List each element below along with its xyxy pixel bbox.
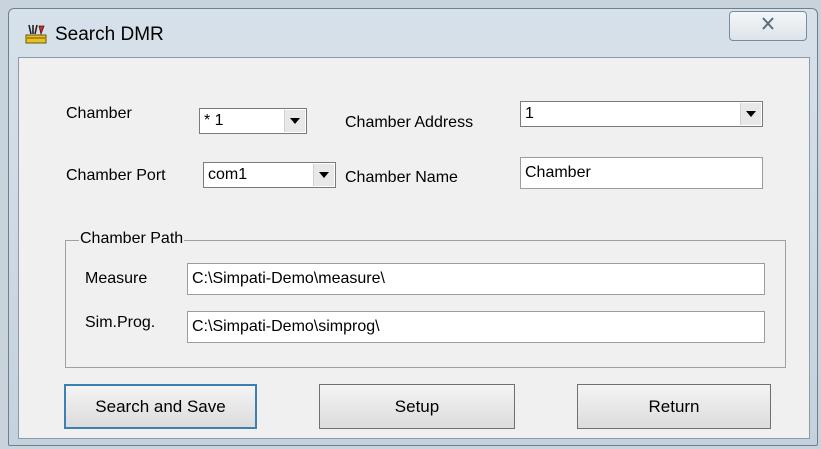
close-icon	[761, 17, 775, 35]
chamber-port-label: Chamber Port	[66, 167, 166, 184]
chamber-path-title: Chamber Path	[79, 230, 185, 248]
dialog-body: Chamber * 1 Chamber Address 1 Chamber Po…	[18, 57, 810, 439]
chamber-address-value: 1	[525, 105, 534, 122]
chamber-port-value: com1	[208, 166, 248, 183]
search-and-save-button[interactable]: Search and Save	[64, 384, 257, 429]
chevron-down-icon[interactable]	[740, 103, 761, 125]
return-button[interactable]: Return	[577, 384, 771, 429]
close-button[interactable]	[729, 11, 807, 41]
app-tools-icon	[25, 23, 47, 45]
window-title: Search DMR	[55, 24, 164, 45]
measure-path-field[interactable]: C:\Simpati-Demo\measure\	[187, 263, 765, 295]
chamber-address-label: Chamber Address	[345, 114, 474, 131]
chamber-select[interactable]: * 1	[199, 108, 307, 134]
search-dmr-window: Search DMR Chamber * 1 Chamber Address 1	[8, 8, 818, 446]
simprog-label: Sim.Prog.	[85, 314, 156, 331]
chevron-down-icon[interactable]	[284, 110, 305, 132]
chamber-label: Chamber	[66, 105, 132, 122]
setup-button[interactable]: Setup	[319, 384, 515, 429]
chamber-path-group	[65, 240, 786, 368]
chamber-name-label: Chamber Name	[345, 169, 458, 186]
chamber-select-value: * 1	[204, 112, 224, 129]
measure-label: Measure	[85, 270, 148, 287]
simprog-path-field[interactable]: C:\Simpati-Demo\simprog\	[187, 311, 765, 343]
chamber-address-select[interactable]: 1	[520, 101, 763, 127]
chamber-port-select[interactable]: com1	[203, 162, 336, 188]
chevron-down-icon[interactable]	[313, 164, 334, 186]
title-bar[interactable]: Search DMR	[9, 9, 817, 59]
chamber-name-field[interactable]: Chamber	[520, 157, 763, 189]
